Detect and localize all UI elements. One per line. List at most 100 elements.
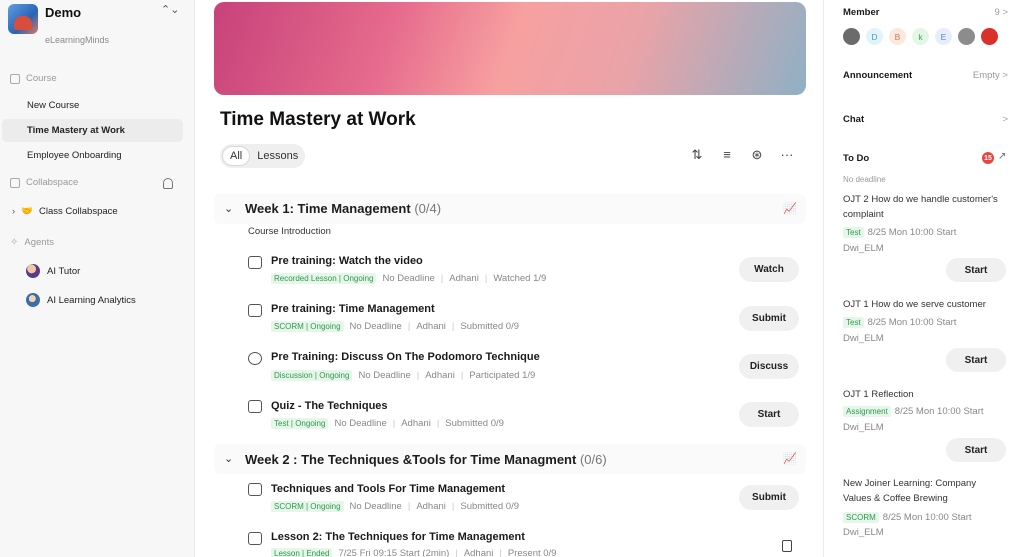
lesson-deadline: No Deadline xyxy=(334,418,387,429)
chevron-right-icon[interactable]: › xyxy=(12,206,15,217)
todo-title[interactable]: OJT 1 How do we serve customer xyxy=(843,297,1005,312)
workspace-switch-icon[interactable]: ⌃⌄ xyxy=(161,5,179,16)
todo-user: Dwi_ELM xyxy=(843,527,884,538)
sidebar-item-ai-tutor[interactable]: AI Tutor xyxy=(26,264,80,278)
lesson-title[interactable]: Lesson 2: The Techniques for Time Manage… xyxy=(271,531,525,543)
attendance-icon[interactable] xyxy=(782,540,792,552)
lesson-title[interactable]: Techniques and Tools For Time Management xyxy=(271,483,505,495)
todo-when: 8/25 Mon 10:00 Start xyxy=(894,406,984,417)
start-button[interactable]: Start xyxy=(946,438,1006,462)
chat-label[interactable]: Chat xyxy=(843,114,864,125)
member-label: Member xyxy=(843,7,880,18)
todo-meta: Test 8/25 Mon 10:00 Start xyxy=(843,317,956,328)
todo-title[interactable]: OJT 2 How do we handle customer's compla… xyxy=(843,192,1005,222)
lesson-status: Submitted 0/9 xyxy=(460,501,519,512)
todo-tag: Assignment xyxy=(843,406,891,417)
todo-user: Dwi_ELM xyxy=(843,422,884,433)
todo-when: 8/25 Mon 10:00 Start xyxy=(867,317,957,328)
lesson-deadline: No Deadline xyxy=(349,501,402,512)
course-section-header: Course xyxy=(10,73,57,84)
todo-tag: Test xyxy=(843,317,864,328)
todo-count-badge: 15 xyxy=(982,152,994,164)
sidebar-item-new-course[interactable]: New Course xyxy=(2,94,183,117)
filter-all[interactable]: All xyxy=(222,146,251,166)
video-icon xyxy=(248,256,262,269)
avatar[interactable]: B xyxy=(889,28,906,45)
agents-section-header: ✧ Agents xyxy=(10,237,54,248)
lesson-title[interactable]: Pre training: Watch the video xyxy=(271,255,423,267)
bell-icon[interactable] xyxy=(163,178,173,189)
meta-divider: | xyxy=(392,418,396,429)
avatar[interactable] xyxy=(843,28,860,45)
meta-divider: | xyxy=(451,321,455,332)
avatar[interactable]: E xyxy=(935,28,952,45)
filter-icon[interactable]: ≡ xyxy=(719,147,735,162)
avatar[interactable]: k xyxy=(912,28,929,45)
todo-when: 8/25 Mon 10:00 Start xyxy=(867,227,957,238)
lesson-deadline: No Deadline xyxy=(358,370,411,381)
todo-meta: SCORM 8/25 Mon 10:00 Start xyxy=(843,512,972,523)
avatar[interactable] xyxy=(981,28,998,45)
sidebar-item-label: AI Tutor xyxy=(47,265,81,277)
course-introduction-link[interactable]: Course Introduction xyxy=(248,226,331,237)
trend-chart-icon[interactable]: 📈 xyxy=(783,202,797,215)
workspace-logo[interactable] xyxy=(8,4,38,34)
chevron-down-icon[interactable]: ⌄ xyxy=(224,452,233,465)
lesson-deadline: No Deadline xyxy=(382,273,435,284)
todo-title[interactable]: New Joiner Learning: Company Values & Co… xyxy=(843,476,1005,506)
sort-icon[interactable]: ⇅ xyxy=(689,147,705,163)
meta-divider: | xyxy=(407,501,411,512)
workspace-title[interactable]: Demo xyxy=(45,5,81,20)
filter-lessons[interactable]: Lessons xyxy=(250,147,305,165)
lesson-title[interactable]: Quiz - The Techniques xyxy=(271,400,388,412)
ai-tutor-avatar xyxy=(26,264,40,278)
meta-divider: | xyxy=(460,370,464,381)
badge-icon[interactable]: ⊛ xyxy=(749,147,765,163)
lesson-title[interactable]: Pre training: Time Management xyxy=(271,303,435,315)
chevron-right-icon[interactable]: > xyxy=(1002,114,1008,125)
lesson-author: Adhani xyxy=(416,321,446,332)
chevron-down-icon[interactable]: ⌄ xyxy=(224,202,233,215)
lesson-meta: Lesson | Ended 7/25 Fri 09:15 Start (2mi… xyxy=(271,548,556,557)
book-icon xyxy=(10,73,20,84)
expand-icon[interactable]: ↗ xyxy=(998,151,1006,162)
lesson-tag: Test | Ongoing xyxy=(271,418,329,429)
trend-chart-icon[interactable]: 📈 xyxy=(783,452,797,465)
lesson-title[interactable]: Pre Training: Discuss On The Podomoro Te… xyxy=(271,351,540,363)
lesson-author: Adhani xyxy=(416,501,446,512)
course-banner xyxy=(214,2,806,95)
no-deadline-label: No deadline xyxy=(843,175,886,184)
member-count[interactable]: 9 > xyxy=(995,7,1008,18)
todo-title[interactable]: OJT 1 Reflection xyxy=(843,387,1005,402)
todo-meta: Assignment 8/25 Mon 10:00 Start xyxy=(843,406,984,417)
sidebar-item-time-mastery[interactable]: Time Mastery at Work xyxy=(2,119,183,142)
discuss-button[interactable]: Discuss xyxy=(739,354,799,379)
start-button[interactable]: Start xyxy=(946,348,1006,372)
avatar[interactable] xyxy=(958,28,975,45)
course-section-label: Course xyxy=(26,73,57,84)
meta-divider: | xyxy=(440,273,444,284)
lesson-tag: SCORM | Ongoing xyxy=(271,321,344,332)
sidebar-item-label: AI Learning Analytics xyxy=(47,294,136,306)
agents-section-label: Agents xyxy=(24,237,54,248)
ai-analytics-avatar xyxy=(26,293,40,307)
week-title-text: Week 1: Time Management xyxy=(245,201,411,216)
sidebar-item-ai-learning-analytics[interactable]: AI Learning Analytics xyxy=(26,293,136,307)
watch-button[interactable]: Watch xyxy=(739,257,799,282)
collabspace-section-label: Collabspace xyxy=(26,177,79,188)
start-button[interactable]: Start xyxy=(739,402,799,427)
lesson-author: Adhani xyxy=(425,370,455,381)
submit-button[interactable]: Submit xyxy=(739,306,799,331)
announcement-value[interactable]: Empty > xyxy=(973,70,1008,81)
announcement-label: Announcement xyxy=(843,70,913,81)
submit-button[interactable]: Submit xyxy=(739,485,799,510)
sidebar-item-label: New Course xyxy=(27,100,80,111)
start-button[interactable]: Start xyxy=(946,258,1006,282)
workspace-subtitle: eLearningMinds xyxy=(45,35,110,45)
avatar[interactable]: D xyxy=(866,28,883,45)
sidebar-item-class-collabspace[interactable]: › 🤝 Class Collabspace xyxy=(12,206,118,217)
sidebar-item-employee-onboarding[interactable]: Employee Onboarding xyxy=(2,144,183,167)
more-icon[interactable]: ··· xyxy=(779,147,795,162)
meta-divider: | xyxy=(416,370,420,381)
lesson-author: Adhani xyxy=(401,418,431,429)
